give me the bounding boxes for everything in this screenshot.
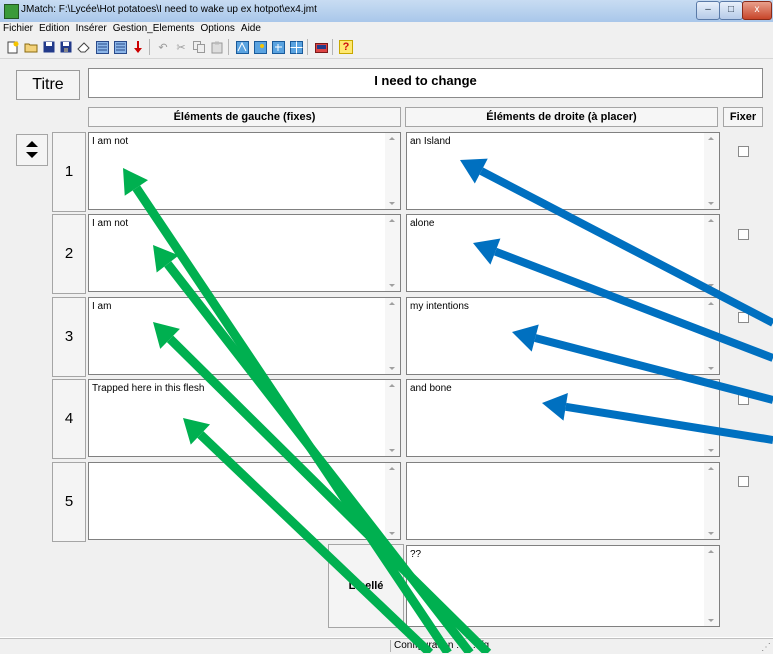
right-element-field[interactable]: alone xyxy=(406,214,720,292)
scrollbar[interactable] xyxy=(704,380,719,456)
fix-checkbox[interactable] xyxy=(738,146,749,157)
fix-checkbox[interactable] xyxy=(738,394,749,405)
menu-edition[interactable]: Edition xyxy=(36,22,73,36)
scrollbar[interactable] xyxy=(704,215,719,291)
resize-grip-icon[interactable]: ⋰ xyxy=(761,642,771,653)
new-file-icon[interactable] xyxy=(6,40,20,54)
help-icon[interactable]: ? xyxy=(339,40,353,54)
left-element-field[interactable]: I am not xyxy=(88,214,401,292)
right-column-header: Éléments de droite (à placer) xyxy=(405,107,718,127)
toolbar-separator xyxy=(307,39,308,55)
scrollbar[interactable] xyxy=(385,298,400,374)
toolbar-separator xyxy=(228,39,229,55)
toolbar: ↶ ✂ ? xyxy=(0,36,773,59)
eraser-icon[interactable] xyxy=(76,40,90,54)
open-folder-icon[interactable] xyxy=(24,40,38,54)
row-number: 5 xyxy=(52,462,86,542)
cut-icon[interactable]: ✂ xyxy=(174,40,188,54)
move-row-arrows[interactable] xyxy=(16,134,48,166)
left-element-field[interactable] xyxy=(88,462,401,540)
right-element-field[interactable]: my intentions xyxy=(406,297,720,375)
table-icon[interactable] xyxy=(289,40,303,54)
minimize-button[interactable]: – xyxy=(696,1,720,20)
left-column-header: Éléments de gauche (fixes) xyxy=(88,107,401,127)
scrollbar[interactable] xyxy=(385,215,400,291)
status-bar: Configuration : ... .cfg ⋰ xyxy=(0,638,773,654)
save-as-icon[interactable] xyxy=(59,40,73,54)
scrollbar[interactable] xyxy=(704,298,719,374)
scrollbar[interactable] xyxy=(385,463,400,539)
insert-picture-icon[interactable] xyxy=(253,40,267,54)
libelle-field[interactable]: ?? xyxy=(406,545,720,627)
left-element-field[interactable]: I am xyxy=(88,297,401,375)
left-element-field[interactable]: I am not xyxy=(88,132,401,210)
left-element-text: I am not xyxy=(92,136,129,147)
right-element-text: an Island xyxy=(410,136,451,147)
copy-icon[interactable] xyxy=(192,40,206,54)
libelle-button[interactable]: Libellé xyxy=(328,544,404,628)
undo-icon[interactable]: ↶ xyxy=(156,40,170,54)
right-element-text: alone xyxy=(410,218,435,229)
close-button[interactable]: x xyxy=(742,1,772,20)
scrollbar[interactable] xyxy=(704,546,719,626)
menu-options[interactable]: Options xyxy=(197,22,237,36)
toolbar-separator xyxy=(332,39,333,55)
left-element-field[interactable]: Trapped here in this flesh xyxy=(88,379,401,457)
row-number: 2 xyxy=(52,214,86,294)
title-input[interactable]: I need to change xyxy=(88,68,763,98)
left-element-text: I am not xyxy=(92,218,129,229)
status-text: Configuration : ... .cfg xyxy=(390,640,764,652)
fix-checkbox[interactable] xyxy=(738,476,749,487)
toolbar-separator xyxy=(149,39,150,55)
row-number: 3 xyxy=(52,297,86,377)
title-button[interactable]: Titre xyxy=(16,70,80,100)
scrollbar[interactable] xyxy=(704,133,719,209)
menu-fichier[interactable]: Fichier xyxy=(0,22,36,36)
web-page-drag-icon[interactable] xyxy=(113,40,127,54)
config-icon[interactable] xyxy=(314,40,328,54)
paste-icon[interactable] xyxy=(210,40,224,54)
right-element-text: and bone xyxy=(410,383,452,394)
fix-checkbox[interactable] xyxy=(738,312,749,323)
row-number: 4 xyxy=(52,379,86,459)
arrow-down-icon[interactable] xyxy=(131,40,145,54)
menu-bar: Fichier Edition Insérer Gestion_Elements Opt… xyxy=(0,22,773,36)
right-element-field[interactable]: an Island xyxy=(406,132,720,210)
row-number: 1 xyxy=(52,132,86,212)
left-element-text: Trapped here in this flesh xyxy=(92,383,205,394)
scrollbar[interactable] xyxy=(385,380,400,456)
title-bar: JMatch: F:\Lycée\Hot potatoes\I need to … xyxy=(0,0,773,23)
maximize-button[interactable]: □ xyxy=(719,1,743,20)
scrollbar[interactable] xyxy=(385,133,400,209)
menu-inserer[interactable]: Insérer xyxy=(73,22,110,36)
menu-gestion-elements[interactable]: Gestion_Elements xyxy=(110,22,198,36)
right-element-field[interactable]: and bone xyxy=(406,379,720,457)
menu-aide[interactable]: Aide xyxy=(238,22,264,36)
web-page-icon[interactable] xyxy=(95,40,109,54)
fix-checkbox[interactable] xyxy=(738,229,749,240)
right-element-text: my intentions xyxy=(410,301,469,312)
app-icon xyxy=(4,4,19,19)
libelle-text: ?? xyxy=(410,549,422,560)
fix-column-header: Fixer xyxy=(723,107,763,127)
right-element-field[interactable] xyxy=(406,462,720,540)
arrow-up-icon[interactable] xyxy=(26,141,38,147)
left-element-text: I am xyxy=(92,301,112,312)
add-text-icon[interactable] xyxy=(235,40,249,54)
scrollbar[interactable] xyxy=(704,463,719,539)
window-title: JMatch: F:\Lycée\Hot potatoes\I need to … xyxy=(21,4,317,15)
link-icon[interactable] xyxy=(271,40,285,54)
save-icon[interactable] xyxy=(42,40,56,54)
arrow-down-icon[interactable] xyxy=(26,152,38,158)
